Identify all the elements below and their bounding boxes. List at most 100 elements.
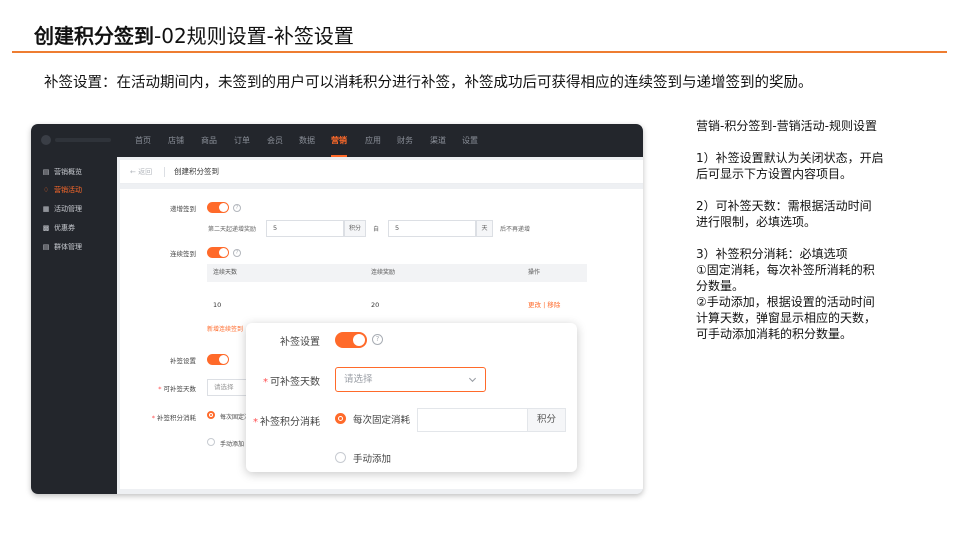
header-divider — [164, 167, 165, 177]
increment-signin-label: 递增签到 — [170, 205, 196, 213]
briefcase-icon: ▤ — [42, 168, 50, 176]
nav-products[interactable]: 商品 — [201, 124, 217, 157]
continuous-signin-label: 连续签到 — [170, 250, 196, 258]
notes-panel: 营销-积分签到-营销活动-规则设置 1）补签设置默认为关闭状态，开启 后可显示下… — [696, 118, 911, 358]
table-cell-days: 10 — [213, 301, 222, 309]
toggle-knob — [219, 203, 228, 212]
action-separator: | — [543, 301, 546, 309]
increment-days-input[interactable]: 5 — [388, 220, 476, 237]
popup-makeup-days-label-text: 可补签天数 — [270, 377, 320, 388]
increment-stop-text: 后不再递增 — [500, 226, 531, 233]
popup-fixed-cost-unit: 积分 — [527, 408, 566, 432]
delete-row-link[interactable]: 移除 — [547, 301, 560, 309]
page-title: 创建积分签到 — [174, 167, 219, 176]
popup-fixed-cost-input[interactable] — [417, 408, 527, 432]
notes-line: 分数量。 — [696, 279, 745, 293]
required-asterisk: * — [158, 385, 162, 393]
nav-store[interactable]: 店铺 — [168, 124, 184, 157]
logo-mark-icon — [41, 135, 51, 145]
ticket-icon: ▩ — [42, 224, 50, 232]
sidebar-item-label: 营销概览 — [54, 168, 82, 176]
edit-row-link[interactable]: 更改 — [528, 301, 541, 309]
popup-makeup-setting-toggle[interactable] — [335, 332, 367, 348]
popup-help-icon[interactable]: ? — [372, 334, 383, 345]
app-logo — [41, 135, 111, 145]
grid-icon: ▦ — [42, 205, 50, 213]
increment-reward-input[interactable]: 5 — [266, 220, 344, 237]
sidebar-item-activities[interactable]: ♢ 营销活动 — [41, 183, 82, 197]
column-header-reward: 连续奖励 — [371, 269, 396, 276]
makeup-cost-label-text: 补签积分消耗 — [157, 414, 196, 422]
manual-cost-option-label: 手动添加 — [220, 441, 245, 448]
nav-data[interactable]: 数据 — [299, 124, 315, 157]
toggle-knob — [353, 334, 365, 346]
notes-line: 进行限制，必填选项。 — [696, 215, 817, 229]
continuous-signin-toggle[interactable] — [207, 247, 229, 258]
column-header-days: 连续天数 — [213, 269, 238, 276]
notes-line: 2）可补签天数：需根据活动时间 — [696, 199, 872, 213]
popup-makeup-cost-label-text: 补签积分消耗 — [260, 417, 320, 428]
help-icon[interactable]: ? — [233, 249, 241, 257]
increment-from-text: 自 — [373, 226, 380, 233]
page-header: ← 返回 创建积分签到 — [120, 160, 643, 184]
nav-marketing-label: 营销 — [331, 136, 347, 145]
sidebar-item-label: 营销活动 — [54, 186, 82, 194]
popup-fixed-cost-label: 每次固定消耗 — [353, 415, 411, 426]
required-asterisk: * — [151, 414, 155, 422]
notes-point-3: 3）补签积分消耗：必填选项 ①固定消耗，每次补签所消耗的积 分数量。 ②手动添加… — [696, 246, 911, 342]
notes-point-1: 1）补签设置默认为关闭状态，开启 后可显示下方设置内容项目。 — [696, 150, 911, 182]
sidebar-item-activity-management[interactable]: ▦ 活动管理 — [41, 202, 82, 216]
required-asterisk: * — [263, 377, 268, 388]
makeup-days-label: * 可补签天数 — [146, 383, 196, 393]
help-icon[interactable]: ? — [233, 204, 241, 212]
popup-makeup-cost-label: * 补签积分消耗 — [246, 413, 320, 428]
nav-marketing[interactable]: 营销 — [331, 124, 347, 157]
sidebar-item-coupons[interactable]: ▩ 优惠券 — [41, 221, 75, 235]
nav-channels[interactable]: 渠道 — [430, 124, 446, 157]
nav-home[interactable]: 首页 — [135, 124, 151, 157]
back-link[interactable]: ← 返回 — [130, 160, 152, 184]
nav-members[interactable]: 会员 — [267, 124, 283, 157]
notes-point-2: 2）可补签天数：需根据活动时间 进行限制，必填选项。 — [696, 198, 911, 230]
slide-description: 补签设置：在活动期间内，未签到的用户可以消耗积分进行补签，补签成功后可获得相应的… — [44, 75, 813, 91]
popup-makeup-days-placeholder: 请选择 — [344, 374, 373, 385]
table-row-actions: 更改 | 移除 — [528, 298, 560, 312]
logo-wordmark — [55, 138, 111, 142]
slide-title: 创建积分签到-02规则设置-补签设置 — [34, 20, 354, 49]
group-icon: ▤ — [42, 243, 50, 251]
increment-signin-toggle[interactable] — [207, 202, 229, 213]
nav-apps[interactable]: 应用 — [365, 124, 381, 157]
popup-manual-cost-label: 手动添加 — [353, 454, 392, 465]
notes-line: 可手动添加消耗的积分数量。 — [696, 327, 853, 341]
nav-settings[interactable]: 设置 — [462, 124, 478, 157]
nav-orders[interactable]: 订单 — [234, 124, 250, 157]
sidebar-item-overview[interactable]: ▤ 营销概览 — [41, 165, 82, 179]
popup-fixed-cost-radio[interactable] — [335, 413, 346, 424]
slide-title-bold: 创建积分签到 — [34, 24, 154, 48]
add-continuous-rule-link[interactable]: 新增连续签到 — [207, 323, 243, 337]
notes-line: ②手动添加，根据设置的活动时间 — [696, 295, 875, 309]
sidebar: ▤ 营销概览 ♢ 营销活动 ▦ 活动管理 ▩ 优惠券 ▤ 群体管理 — [31, 157, 117, 494]
makeup-setting-label: 补签设置 — [170, 357, 196, 365]
increment-reward-unit: 积分 — [344, 220, 366, 237]
required-asterisk: * — [253, 417, 258, 428]
makeup-days-label-text: 可补签天数 — [163, 385, 197, 393]
manual-cost-radio[interactable] — [207, 438, 215, 446]
nav-finance[interactable]: 财务 — [397, 124, 413, 157]
fixed-cost-radio[interactable] — [207, 411, 215, 419]
notes-path: 营销-积分签到-营销活动-规则设置 — [696, 119, 877, 133]
sidebar-item-label: 优惠券 — [54, 224, 75, 232]
popup-manual-cost-radio[interactable] — [335, 452, 346, 463]
makeup-setting-toggle[interactable] — [207, 354, 229, 365]
makeup-settings-zoom-panel: 补签设置 ? * 可补签天数 请选择 * 补签积分消耗 每次固定消耗 积分 手动添加 — [246, 323, 577, 472]
notes-line: 3）补签积分消耗：必填选项 — [696, 247, 848, 261]
toggle-knob — [219, 355, 228, 364]
slide-title-rest: -02规则设置-补签设置 — [154, 24, 354, 48]
chevron-down-icon — [468, 377, 477, 383]
popup-makeup-days-select[interactable]: 请选择 — [335, 367, 486, 392]
sidebar-item-label: 群体管理 — [54, 243, 82, 251]
table-cell-reward: 20 — [371, 301, 380, 309]
sidebar-item-label: 活动管理 — [54, 205, 82, 213]
sidebar-item-groups[interactable]: ▤ 群体管理 — [41, 240, 82, 254]
notes-line: 后可显示下方设置内容项目。 — [696, 167, 853, 181]
